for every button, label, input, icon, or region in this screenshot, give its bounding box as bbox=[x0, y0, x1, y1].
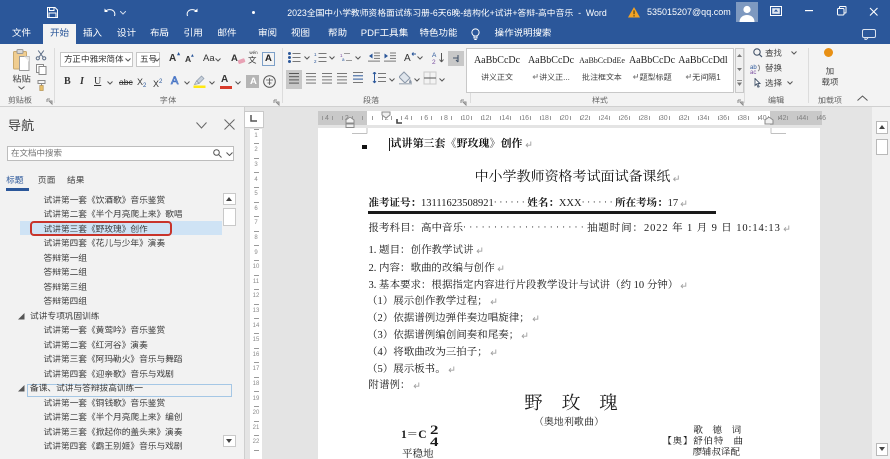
svg-text:A: A bbox=[404, 53, 411, 64]
svg-text:1: 1 bbox=[314, 52, 317, 57]
svg-text:a: a bbox=[342, 57, 345, 62]
svg-text:2: 2 bbox=[314, 59, 317, 63]
svg-text:2: 2 bbox=[432, 59, 436, 64]
svg-text:A: A bbox=[432, 52, 437, 59]
svg-text:ac: ac bbox=[750, 70, 756, 74]
